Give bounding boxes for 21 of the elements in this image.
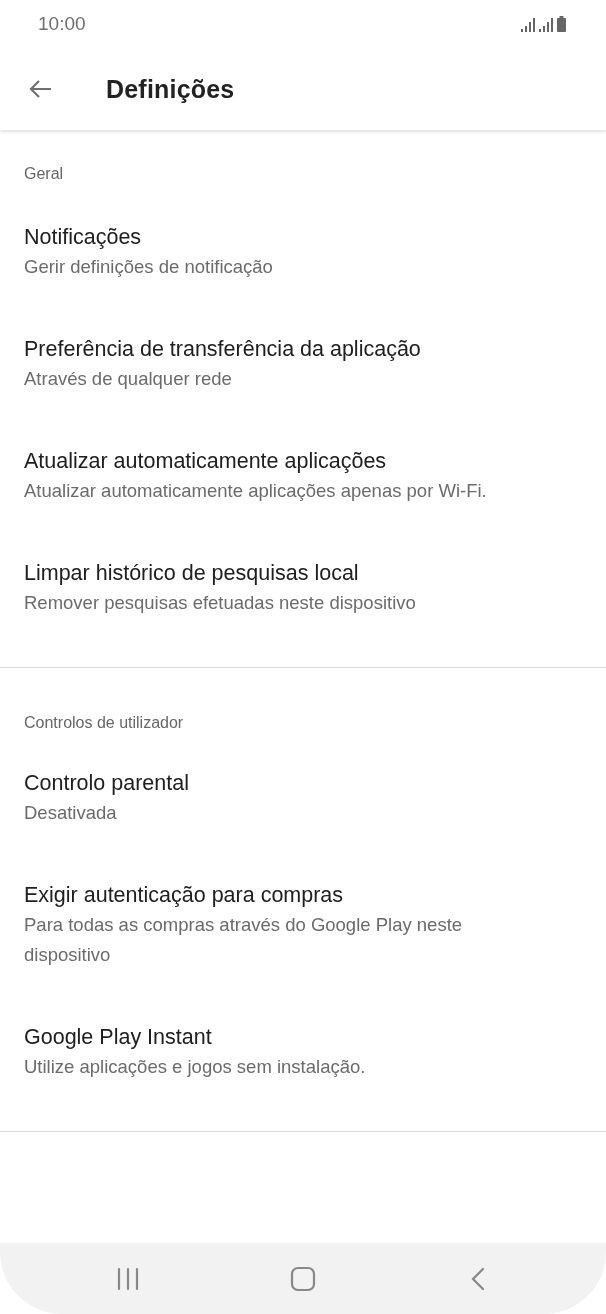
- signal-icon: [539, 18, 553, 32]
- setting-subtitle: Gerir definições de notificação: [24, 255, 274, 279]
- setting-title[interactable]: Exigir autenticação para compras: [24, 880, 582, 910]
- setting-title[interactable]: Atualizar automaticamente aplicações: [24, 446, 582, 476]
- setting-subtitle: Através de qualquer rede: [24, 367, 233, 391]
- setting-subtitle: Desativada: [24, 801, 118, 825]
- setting-title[interactable]: Google Play Instant: [24, 1022, 582, 1052]
- setting-subtitle: Remover pesquisas efetuadas neste dispositivo: [24, 591, 417, 615]
- battery-icon: [557, 16, 566, 32]
- setting-title[interactable]: Preferência de transferência da aplicação: [24, 334, 582, 364]
- setting-title[interactable]: Limpar histórico de pesquisas local: [24, 558, 582, 588]
- status-time: 10:00: [38, 13, 86, 35]
- signal-icon: [521, 18, 535, 32]
- setting-subtitle: Para todas as compras através do Google Play neste dispositivo: [24, 913, 464, 967]
- setting-subtitle: Atualizar automaticamente aplicações apenas por Wi-Fi.: [24, 479, 488, 503]
- section-header: Geral: [23, 164, 65, 184]
- setting-title[interactable]: Notificações: [24, 222, 582, 252]
- setting-subtitle: Utilize aplicações e jogos sem instalação.: [24, 1055, 367, 1079]
- section-header: Controlos de utilizador: [23, 713, 185, 733]
- setting-title[interactable]: Controlo parental: [24, 768, 582, 798]
- page-title: Definições: [106, 74, 235, 104]
